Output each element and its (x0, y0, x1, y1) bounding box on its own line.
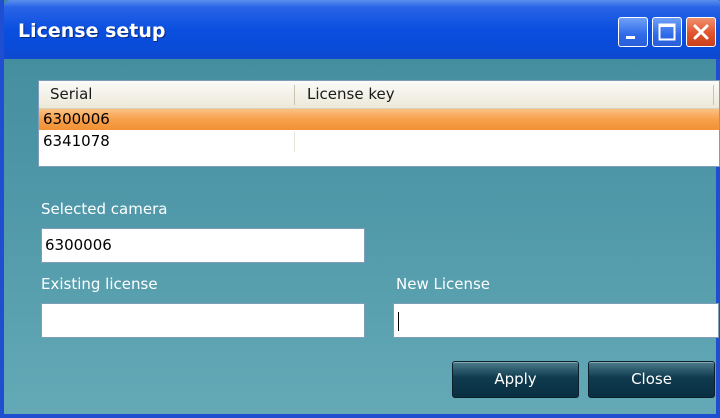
column-separator[interactable] (713, 85, 714, 105)
client-area: Serial License key 6300006 6341078 Selec… (8, 59, 720, 414)
close-window-button[interactable] (686, 17, 716, 47)
text-cursor (398, 312, 399, 331)
column-license-key[interactable]: License key (307, 81, 395, 108)
list-header: Serial License key (39, 81, 719, 109)
maximize-icon (658, 23, 676, 41)
license-setup-window: License setup Serial License key 6300006… (0, 0, 720, 418)
column-separator[interactable] (294, 85, 295, 105)
apply-button[interactable]: Apply (452, 361, 579, 398)
camera-license-list[interactable]: Serial License key 6300006 6341078 (38, 80, 720, 167)
close-button[interactable]: Close (588, 361, 715, 398)
minimize-icon (626, 36, 635, 39)
minimize-button[interactable] (618, 17, 648, 47)
maximize-button[interactable] (652, 17, 682, 47)
existing-license-field[interactable] (41, 303, 365, 338)
cell-divider (294, 131, 295, 152)
new-license-label: New License (396, 275, 491, 293)
existing-license-label: Existing license (41, 275, 158, 293)
serial-cell: 6300006 (43, 110, 110, 128)
list-item[interactable]: 6300006 (39, 109, 719, 130)
title-bar[interactable]: License setup (4, 0, 720, 59)
selected-camera-label: Selected camera (41, 200, 168, 218)
serial-cell: 6341078 (43, 132, 110, 150)
new-license-field[interactable] (393, 303, 719, 338)
window-title: License setup (18, 20, 166, 42)
list-item[interactable]: 6341078 (39, 131, 719, 152)
close-icon (693, 24, 709, 40)
selected-camera-field[interactable]: 6300006 (41, 228, 365, 263)
column-serial[interactable]: Serial (50, 81, 92, 108)
